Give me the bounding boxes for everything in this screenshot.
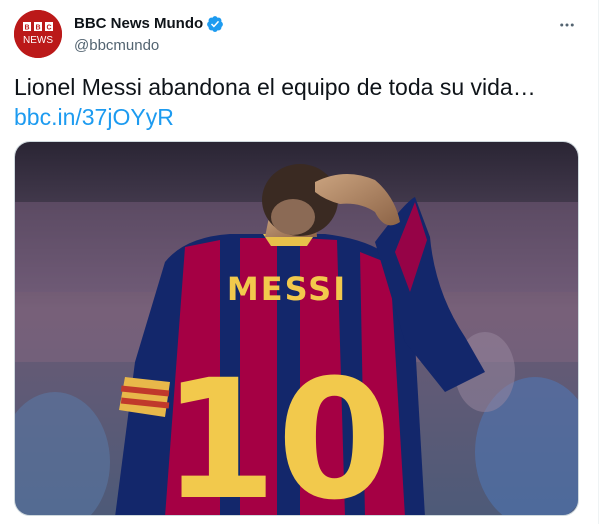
tweet-card[interactable]: B B C NEWS BBC News Mundo @bbcmundo Lion… (0, 0, 599, 524)
avatar[interactable]: B B C NEWS (14, 10, 62, 58)
jersey-number: 10 (162, 344, 392, 516)
jersey-name: MESSI (227, 270, 347, 308)
bbc-news-logo: B B C NEWS (14, 10, 62, 58)
tweet-header: B B C NEWS BBC News Mundo @bbcmundo (14, 10, 584, 60)
tweet-body: Lionel Messi abandona el equipo de toda … (14, 74, 536, 100)
tweet-text: Lionel Messi abandona el equipo de toda … (14, 72, 584, 132)
tweet-link[interactable]: bbc.in/37jOYyR (14, 102, 584, 132)
verified-badge-icon (206, 15, 224, 33)
svg-text:C: C (46, 25, 51, 32)
account-names: BBC News Mundo @bbcmundo (74, 14, 224, 56)
avatar-news-text: NEWS (23, 35, 53, 46)
display-name[interactable]: BBC News Mundo (74, 14, 203, 34)
tweet-photo[interactable]: MESSI 10 (14, 141, 579, 516)
svg-text:B: B (24, 25, 29, 32)
more-options-icon[interactable] (554, 12, 580, 38)
handle[interactable]: @bbcmundo (74, 36, 224, 56)
svg-text:B: B (35, 25, 40, 32)
